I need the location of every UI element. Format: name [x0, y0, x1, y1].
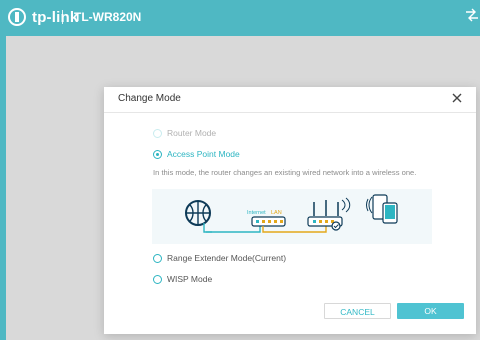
wisp-mode-option[interactable]: WISP Mode — [153, 274, 212, 284]
access-point-mode-option[interactable]: Access Point Mode — [153, 149, 240, 159]
access-point-diagram: Internet LAN — [152, 189, 432, 244]
dialog-header: Change Mode — [104, 87, 476, 113]
network-diagram-svg: Internet LAN — [185, 194, 398, 233]
wisp-mode-radio[interactable] — [153, 274, 162, 284]
client-devices-icon — [372, 194, 398, 224]
tp-link-logo-icon — [8, 8, 26, 26]
wisp-mode-label: WISP Mode — [167, 274, 213, 284]
mode-description: In this mode, the router changes an exis… — [153, 168, 417, 177]
header-divider — [62, 10, 63, 24]
modem-device-icon — [251, 216, 286, 227]
brand-logo: tp-link — [8, 8, 78, 26]
cancel-button[interactable]: CANCEL — [324, 303, 391, 319]
wifi-waves-icon — [366, 196, 373, 214]
range-extender-mode-option[interactable]: Range Extender Mode(Current) — [153, 253, 286, 263]
router-mode-option[interactable]: Router Mode — [153, 128, 216, 138]
router-mode-radio[interactable] — [153, 128, 162, 138]
internet-globe-icon — [185, 200, 211, 226]
lan-port-label: LAN — [271, 210, 282, 216]
top-bar: tp-link TL-WR820N — [0, 0, 480, 34]
ok-button[interactable]: OK — [397, 303, 464, 319]
access-point-mode-radio[interactable] — [153, 149, 162, 159]
range-extender-mode-radio[interactable] — [153, 253, 162, 263]
settings-icon[interactable] — [464, 7, 480, 23]
wireless-router-icon — [307, 197, 351, 231]
close-icon[interactable] — [450, 91, 464, 105]
change-mode-dialog: Change Mode Router Mode Access Point Mod… — [104, 87, 476, 334]
range-extender-mode-label: Range Extender Mode(Current) — [167, 253, 287, 263]
internet-port-label: Internet — [247, 210, 266, 216]
access-point-mode-label: Access Point Mode — [167, 149, 240, 159]
router-mode-label: Router Mode — [167, 128, 217, 138]
dialog-title: Change Mode — [118, 93, 181, 104]
brand-name: tp-link — [32, 8, 79, 26]
model-name: TL-WR820N — [74, 10, 142, 24]
